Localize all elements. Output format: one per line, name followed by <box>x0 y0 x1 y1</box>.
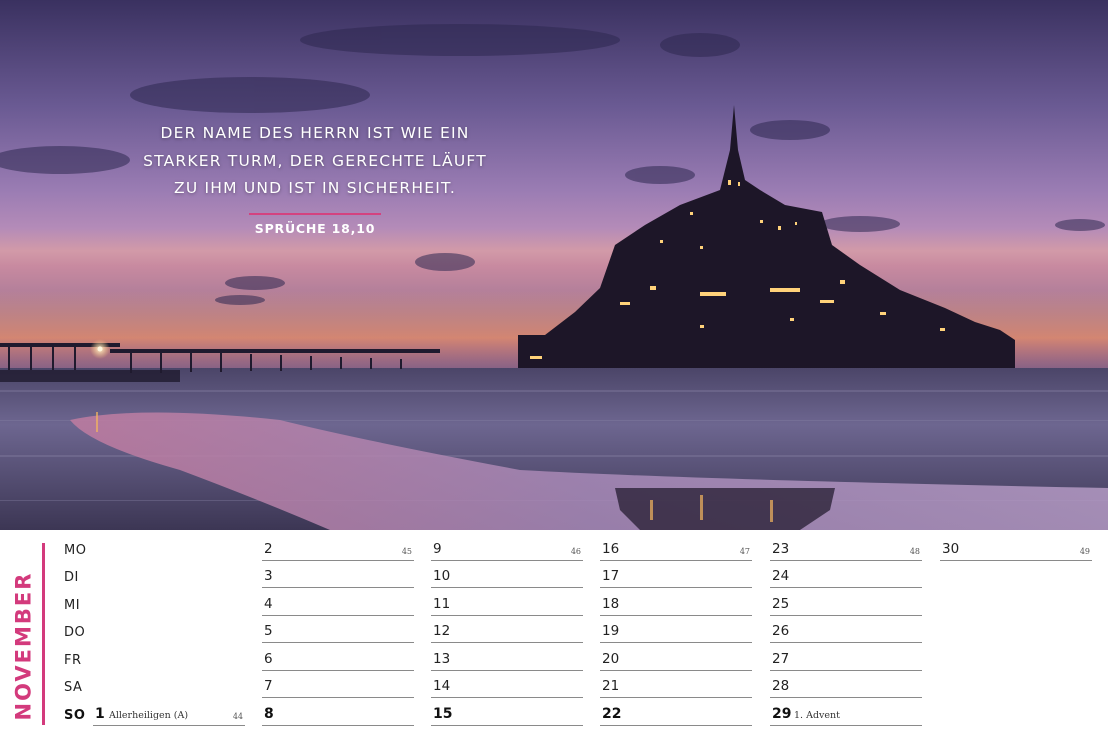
week-number: 45 <box>401 547 412 556</box>
day-cell-8: 8 <box>262 698 414 726</box>
quote-divider <box>249 212 381 215</box>
weekday-fr: FR <box>64 653 82 668</box>
day-cell-28: 28 <box>770 670 922 698</box>
day-cell-9: 9 46 <box>431 533 583 561</box>
weekday-so: SO <box>64 708 86 723</box>
day-cell-11: 11 <box>431 588 583 616</box>
day-number: 10 <box>433 568 451 584</box>
week-number: 47 <box>739 547 750 556</box>
holiday-note: Allerheiligen (A) <box>109 710 189 721</box>
week-number: 44 <box>232 712 243 721</box>
day-cell-21: 21 <box>600 670 752 698</box>
day-cell-18: 18 <box>600 588 752 616</box>
calendar-grid: NOVEMBER MO DI MI DO FR SA SO 1 Allerhei… <box>0 530 1108 738</box>
day-number: 27 <box>772 651 790 667</box>
day-number: 28 <box>772 678 790 694</box>
day-cell-15: 15 <box>431 698 583 726</box>
week-number: 46 <box>570 547 581 556</box>
weekday-do: DO <box>64 625 86 640</box>
day-cell-7: 7 <box>262 670 414 698</box>
day-number: 12 <box>433 623 451 639</box>
day-number: 9 <box>433 541 442 557</box>
day-number: 2 <box>264 541 273 557</box>
month-name: NOVEMBER <box>11 571 36 721</box>
day-cell-10: 10 <box>431 560 583 588</box>
day-number: 30 <box>942 541 960 557</box>
photo-mont-saint-michel <box>0 0 1108 530</box>
day-cell-14: 14 <box>431 670 583 698</box>
weekday-mo: MO <box>64 543 87 558</box>
day-number: 6 <box>264 651 273 667</box>
day-number: 19 <box>602 623 620 639</box>
weekday-mi: MI <box>64 598 81 613</box>
day-cell-5: 5 <box>262 615 414 643</box>
day-number: 21 <box>602 678 620 694</box>
day-cell-2: 2 45 <box>262 533 414 561</box>
day-number: 24 <box>772 568 790 584</box>
day-number: 25 <box>772 596 790 612</box>
weekday-sa: SA <box>64 680 83 695</box>
holiday-note: 1. Advent <box>794 710 840 721</box>
day-number: 22 <box>602 706 622 722</box>
quote-line-1: DER NAME DES HERRN IST WIE EIN <box>160 124 470 142</box>
day-cell-6: 6 <box>262 643 414 671</box>
day-number: 17 <box>602 568 620 584</box>
day-cell-27: 27 <box>770 643 922 671</box>
week-number: 48 <box>909 547 920 556</box>
day-cell-4: 4 <box>262 588 414 616</box>
day-number: 20 <box>602 651 620 667</box>
quote-line-2: STARKER TURM, DER GERECHTE LÄUFT <box>143 151 487 170</box>
day-cell-1: 1 Allerheiligen (A) 44 <box>93 698 245 726</box>
day-number: 23 <box>772 541 790 557</box>
weekday-di: DI <box>64 570 79 585</box>
day-number: 7 <box>264 678 273 694</box>
day-number: 15 <box>433 706 453 722</box>
day-number: 16 <box>602 541 620 557</box>
day-cell-19: 19 <box>600 615 752 643</box>
day-cell-3: 3 <box>262 560 414 588</box>
day-cell-12: 12 <box>431 615 583 643</box>
day-cell-13: 13 <box>431 643 583 671</box>
day-number: 14 <box>433 678 451 694</box>
day-cell-24: 24 <box>770 560 922 588</box>
bible-quote: DER NAME DES HERRN IST WIE EIN STARKER T… <box>110 120 520 236</box>
landscape-illustration <box>0 0 1108 530</box>
month-label: NOVEMBER <box>8 558 38 734</box>
day-number: 1 <box>95 706 105 722</box>
quote-line-3: ZU IHM UND IST IN SICHERHEIT. <box>174 179 456 197</box>
day-number: 13 <box>433 651 451 667</box>
day-cell-23: 23 48 <box>770 533 922 561</box>
day-number: 26 <box>772 623 790 639</box>
day-number: 3 <box>264 568 273 584</box>
week-number: 49 <box>1079 547 1090 556</box>
day-number: 18 <box>602 596 620 612</box>
day-number: 5 <box>264 623 273 639</box>
month-accent-bar <box>42 543 45 725</box>
day-cell-30: 30 49 <box>940 533 1092 561</box>
day-cell-25: 25 <box>770 588 922 616</box>
day-number: 4 <box>264 596 273 612</box>
quote-source: SPRÜCHE 18,10 <box>254 220 376 236</box>
day-number: 8 <box>264 706 274 722</box>
day-cell-22: 22 <box>600 698 752 726</box>
day-number: 29 <box>772 706 792 722</box>
day-cell-17: 17 <box>600 560 752 588</box>
day-cell-29: 29 1. Advent <box>770 698 922 726</box>
day-cell-20: 20 <box>600 643 752 671</box>
day-cell-26: 26 <box>770 615 922 643</box>
day-number: 11 <box>433 596 451 612</box>
day-cell-16: 16 47 <box>600 533 752 561</box>
